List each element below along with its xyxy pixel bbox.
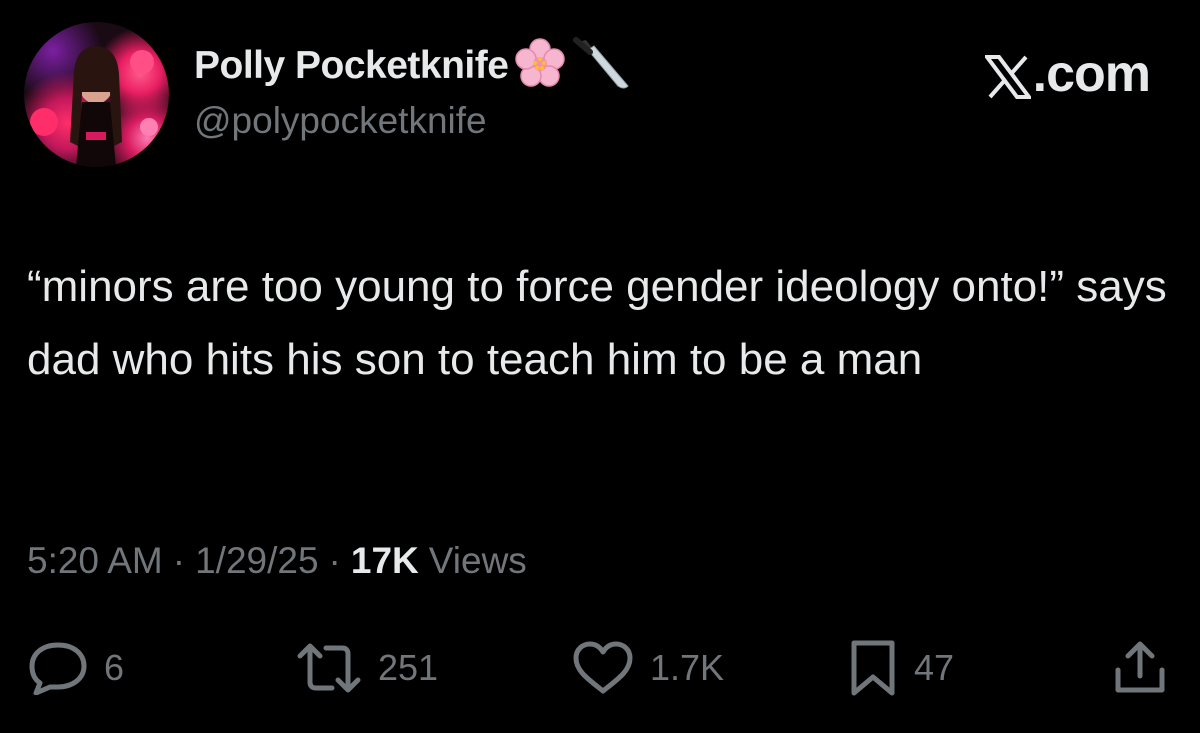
bookmark-button[interactable]: 47 xyxy=(848,638,954,698)
brand-watermark: .com xyxy=(982,44,1151,104)
reply-button[interactable]: 6 xyxy=(28,638,124,698)
author-name-row: Polly Pocketknife xyxy=(194,36,632,96)
author-handle[interactable]: @polypocketknife xyxy=(194,100,487,142)
share-icon xyxy=(1115,641,1165,693)
action-bar: 6 251 1.7K 47 xyxy=(0,638,1200,698)
meta-separator: · xyxy=(172,540,186,581)
like-count: 1.7K xyxy=(650,647,725,688)
bookmark-icon xyxy=(851,640,895,696)
repost-button[interactable]: 251 xyxy=(296,638,438,698)
reply-count: 6 xyxy=(104,647,125,688)
x-logo-icon xyxy=(982,52,1033,99)
cherry-blossom-icon xyxy=(512,36,568,97)
repost-icon xyxy=(297,643,361,693)
tweet-card: Polly Pocketknife @polypocketknife .com … xyxy=(0,0,1200,733)
like-button[interactable]: 1.7K xyxy=(572,638,724,698)
tweet-text: “minors are too young to force gender id… xyxy=(27,262,1167,384)
brand-domain-label: .com xyxy=(1032,45,1151,103)
views-count[interactable]: 17K xyxy=(351,540,419,582)
knife-icon xyxy=(572,36,632,97)
bookmark-count: 47 xyxy=(914,647,955,688)
avatar-image xyxy=(30,46,158,167)
tweet-metadata: 5:20 AM · 1/29/25 · 17K Views xyxy=(27,540,527,582)
views-label: Views xyxy=(428,540,527,581)
tweet-time[interactable]: 5:20 AM xyxy=(27,540,163,582)
tweet-date[interactable]: 1/29/25 xyxy=(195,540,318,582)
share-button[interactable] xyxy=(1112,638,1168,698)
avatar[interactable] xyxy=(24,22,169,167)
repost-count: 251 xyxy=(378,647,439,688)
heart-icon xyxy=(573,641,633,694)
reply-icon xyxy=(29,642,87,695)
author-display-name[interactable]: Polly Pocketknife xyxy=(194,44,509,88)
meta-separator: · xyxy=(328,540,341,581)
